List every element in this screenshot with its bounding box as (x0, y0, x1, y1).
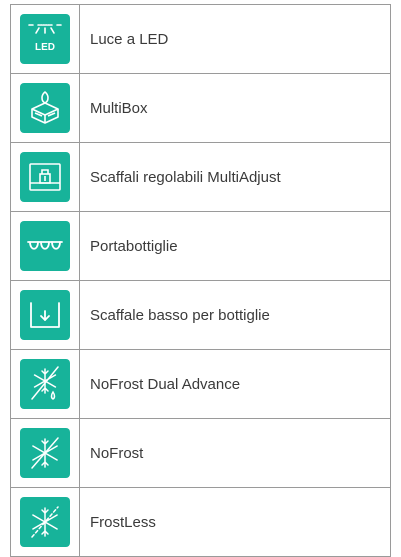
led-light-icon: LED (20, 14, 70, 64)
nofrost-icon (20, 428, 70, 478)
feature-label: Scaffali regolabili MultiAdjust (90, 168, 281, 186)
feature-row: NoFrost (10, 418, 391, 487)
icon-cell (11, 281, 80, 349)
feature-label: Portabottiglie (90, 237, 178, 255)
led-icon-text: LED (35, 42, 55, 53)
icon-cell: LED (11, 5, 80, 73)
nofrost-dual-advance-icon (20, 359, 70, 409)
feature-row: FrostLess (10, 487, 391, 557)
features-table: LED Luce a LED MultiBox Scaffali regolab… (10, 4, 391, 557)
feature-row: Portabottiglie (10, 211, 391, 280)
icon-cell (11, 74, 80, 142)
frostless-icon (20, 497, 70, 547)
feature-row: NoFrost Dual Advance (10, 349, 391, 418)
feature-label: FrostLess (90, 513, 156, 531)
bottle-rack-icon (20, 221, 70, 271)
feature-row: Scaffale basso per bottiglie (10, 280, 391, 349)
adjustable-shelves-icon (20, 152, 70, 202)
feature-row: Scaffali regolabili MultiAdjust (10, 142, 391, 211)
feature-label: MultiBox (90, 99, 148, 117)
feature-label: Scaffale basso per bottiglie (90, 306, 270, 324)
feature-row: MultiBox (10, 73, 391, 142)
icon-cell (11, 419, 80, 487)
icon-cell (11, 143, 80, 211)
multibox-icon (20, 83, 70, 133)
low-bottle-shelf-icon (20, 290, 70, 340)
feature-label: NoFrost (90, 444, 144, 462)
icon-cell (11, 212, 80, 280)
icon-cell (11, 350, 80, 418)
feature-row: LED Luce a LED (10, 4, 391, 73)
feature-label: NoFrost Dual Advance (90, 375, 241, 393)
icon-cell (11, 488, 80, 556)
feature-label: Luce a LED (90, 30, 169, 48)
